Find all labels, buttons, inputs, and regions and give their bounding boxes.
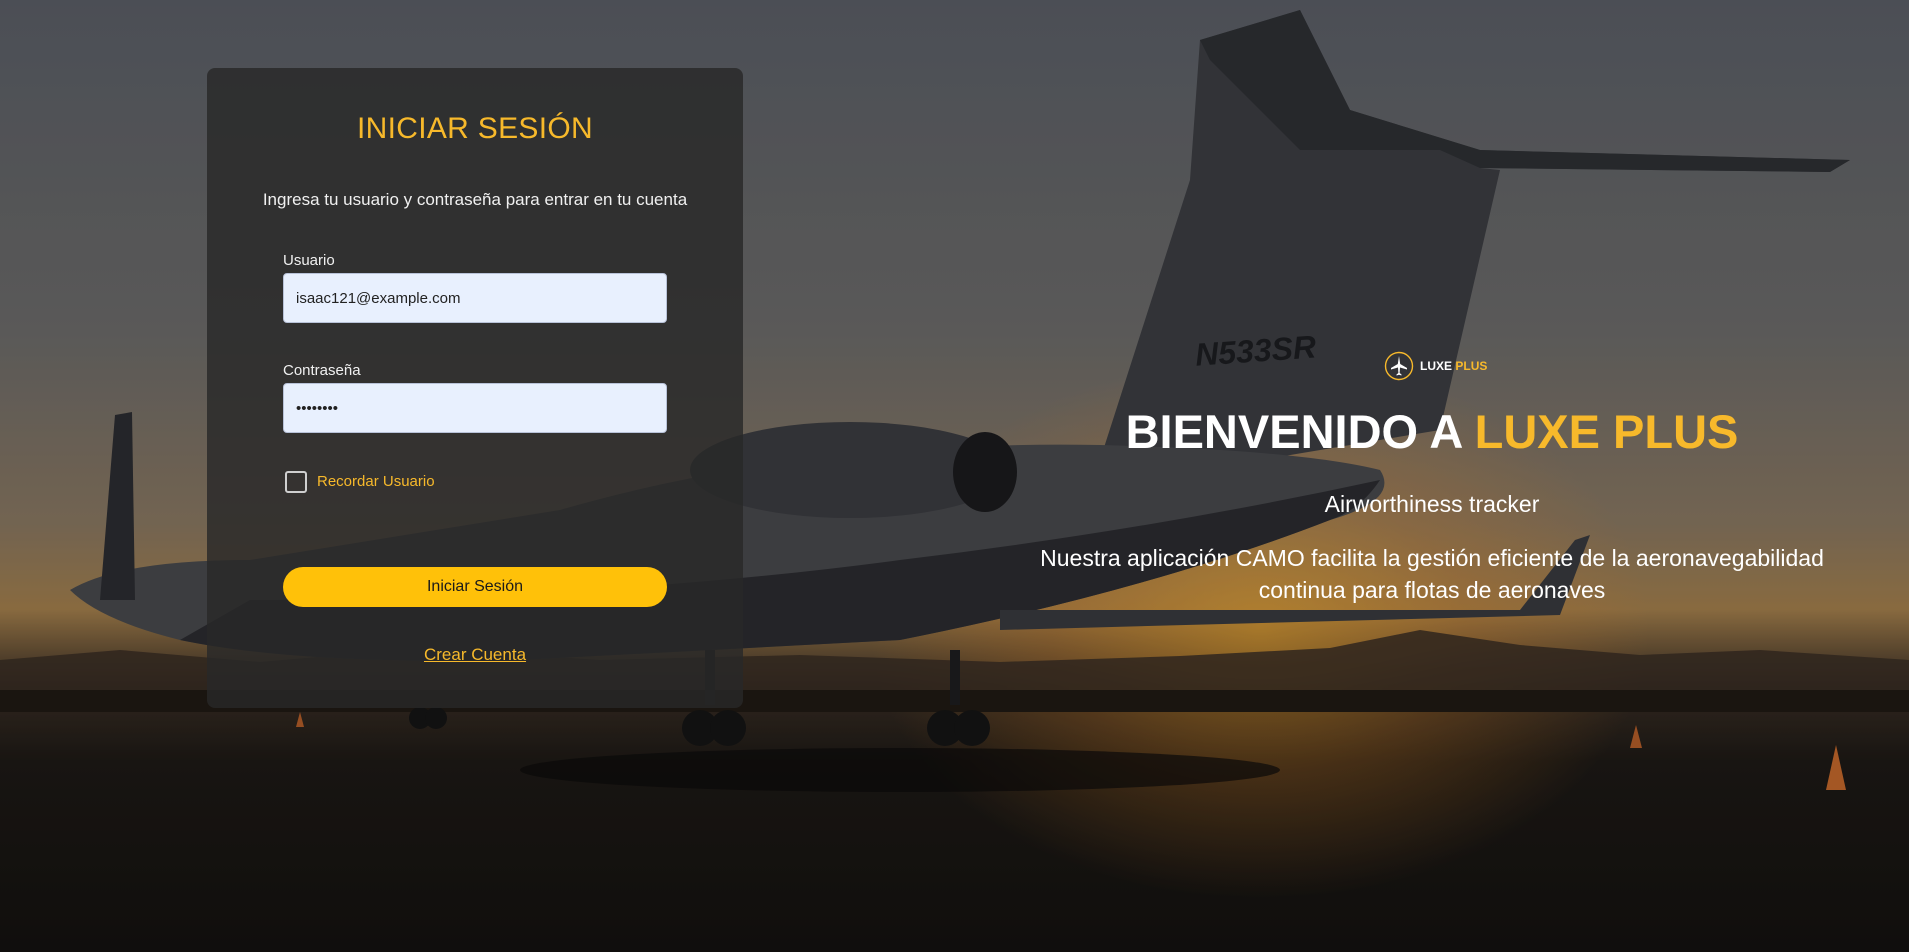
- brand-name-accent: PLUS: [1455, 359, 1488, 373]
- remember-user-label[interactable]: Recordar Usuario: [317, 473, 435, 490]
- login-submit-button[interactable]: Iniciar Sesión: [283, 567, 667, 607]
- password-label: Contraseña: [283, 362, 361, 379]
- login-subtitle: Ingresa tu usuario y contraseña para ent…: [262, 190, 688, 209]
- password-input[interactable]: [283, 383, 667, 433]
- create-account-link[interactable]: Crear Cuenta: [207, 645, 743, 665]
- username-input[interactable]: [283, 273, 667, 323]
- brand-name: LUXE PLUS: [1420, 359, 1487, 373]
- username-label: Usuario: [283, 252, 335, 269]
- remember-user-checkbox[interactable]: [285, 471, 307, 493]
- hero-description: Nuestra aplicación CAMO facilita la gest…: [1040, 545, 1824, 603]
- airplane-circle-icon: [1384, 351, 1414, 381]
- hero-tagline: Airworthiness tracker: [1324, 491, 1540, 517]
- brand-name-main: LUXE: [1420, 359, 1453, 373]
- hero-title-main: BIENVENIDO A: [1125, 405, 1475, 458]
- hero-title: BIENVENIDO A LUXE PLUS: [1000, 404, 1864, 459]
- login-panel: INICIAR SESIÓN Ingresa tu usuario y cont…: [207, 68, 743, 708]
- login-title: INICIAR SESIÓN: [357, 112, 593, 145]
- brand-logo-group: LUXE PLUS: [1384, 351, 1487, 381]
- hero-title-accent: LUXE PLUS: [1474, 405, 1739, 458]
